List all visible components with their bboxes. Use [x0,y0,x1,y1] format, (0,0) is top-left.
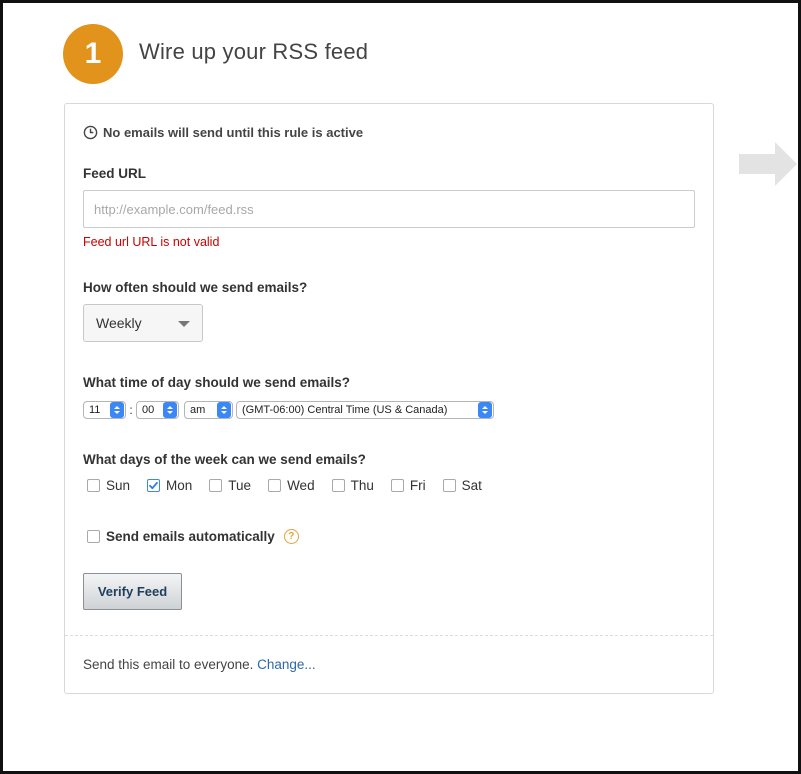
select-stepper-icon [163,402,177,418]
day-sat-label: Sat [461,478,482,493]
frequency-label: How often should we send emails? [83,280,308,295]
auto-send-option: Send emails automatically ? [87,529,299,544]
ampm-select[interactable]: am [184,401,233,419]
notice-text: No emails will send until this rule is a… [103,125,364,140]
feed-url-input[interactable] [83,190,695,228]
rss-settings-card: No emails will send until this rule is a… [64,103,714,694]
select-stepper-icon [110,402,124,418]
auto-send-label: Send emails automatically [106,529,275,544]
minute-value: 00 [142,404,155,416]
day-fri-label: Fri [409,478,426,493]
section-divider [65,635,713,636]
auto-send-checkbox[interactable] [87,530,100,543]
timezone-select[interactable]: (GMT-06:00) Central Time (US & Canada) [236,401,494,419]
next-step-arrow-icon [739,142,797,186]
minute-select[interactable]: 00 [136,401,179,419]
day-sat-checkbox[interactable] [442,479,456,492]
day-wed-label: Wed [287,478,315,493]
day-sat[interactable]: Sat [442,478,482,493]
day-wed-checkbox[interactable] [268,479,282,492]
step-number-badge: 1 [63,24,123,84]
recipients-text: Send this email to everyone. [83,657,254,672]
feed-url-label: Feed URL [83,166,147,181]
send-days-label: What days of the week can we send emails… [83,452,366,467]
time-separator: : [129,403,133,417]
day-fri[interactable]: Fri [390,478,426,493]
day-fri-checkbox[interactable] [390,479,404,492]
day-thu-checkbox[interactable] [331,479,345,492]
screenshot-frame: 1 Wire up your RSS feed No emails will s… [0,0,801,774]
step-number: 1 [84,37,102,70]
help-icon[interactable]: ? [283,529,299,544]
day-mon[interactable]: Mon [147,478,192,493]
day-sun-checkbox[interactable] [87,479,100,492]
day-thu[interactable]: Thu [331,478,374,493]
recipients-footer: Send this email to everyone. Change... [83,657,316,672]
day-tue-label: Tue [228,478,252,493]
ampm-value: am [190,404,206,416]
change-recipients-link[interactable]: Change... [257,657,316,672]
day-tue-checkbox[interactable] [209,479,223,492]
day-mon-label: Mon [166,478,193,493]
step-title: Wire up your RSS feed [139,39,369,64]
hour-value: 11 [89,404,101,416]
frequency-select[interactable]: Weekly [83,304,203,342]
chevron-down-icon [178,321,190,327]
frequency-selected-value: Weekly [96,315,142,331]
day-wed[interactable]: Wed [268,478,315,493]
day-thu-label: Thu [350,478,374,493]
verify-feed-button[interactable]: Verify Feed [83,573,182,610]
day-mon-checkbox[interactable] [147,479,161,492]
feed-url-error: Feed url URL is not valid [83,235,220,249]
timezone-value: (GMT-06:00) Central Time (US & Canada) [242,404,448,416]
select-stepper-icon [217,402,231,418]
day-sun-label: Sun [106,478,131,493]
send-days-checkboxes: Sun Mon Tue Wed Thu Fri Sat [87,478,499,493]
clock-icon [83,125,98,140]
day-sun[interactable]: Sun [87,478,130,493]
day-tue[interactable]: Tue [209,478,251,493]
inactive-rule-notice: No emails will send until this rule is a… [83,125,363,140]
send-time-controls: 11 : 00 am (GMT-06:00) Central Time (US … [83,401,494,419]
send-time-label: What time of day should we send emails? [83,375,351,390]
select-stepper-icon [478,402,492,418]
checkmark-icon [149,481,158,490]
hour-select[interactable]: 11 [83,401,126,419]
